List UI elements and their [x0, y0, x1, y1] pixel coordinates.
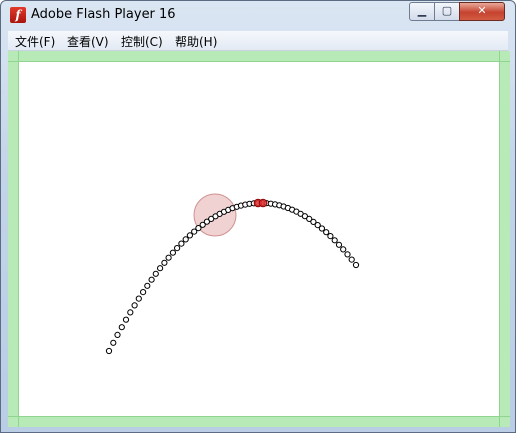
curve-point — [157, 265, 164, 272]
flash-stage[interactable] — [8, 51, 510, 427]
curve-point — [161, 259, 168, 266]
maximize-icon: ▢ — [441, 4, 453, 17]
curve-point — [174, 245, 181, 252]
curve-point — [131, 302, 138, 309]
curve-point — [178, 240, 185, 247]
curve-point — [152, 270, 159, 277]
flash-player-window: f Adobe Flash Player 16 ▁ ▢ ✕ 文件(F) 查看(V… — [0, 0, 516, 433]
window-title: Adobe Flash Player 16 — [31, 7, 176, 22]
minimize-icon: ▁ — [417, 4, 427, 17]
curve-point — [340, 246, 347, 253]
curve-point — [348, 256, 355, 263]
menu-help[interactable]: 帮助(H) — [175, 33, 217, 50]
maximize-button[interactable]: ▢ — [434, 2, 460, 21]
apex-marker[interactable] — [258, 198, 268, 208]
curve-point — [127, 309, 134, 316]
curve-point — [318, 225, 325, 232]
curve-point — [331, 237, 338, 244]
curve-point — [148, 276, 155, 283]
close-icon: ✕ — [477, 4, 487, 17]
curve-point — [165, 254, 172, 261]
curve-point — [114, 331, 121, 338]
curve-point — [105, 347, 113, 355]
curve-point — [135, 295, 142, 302]
curve-point — [118, 324, 125, 331]
menu-file[interactable]: 文件(F) — [15, 33, 55, 50]
minimize-button[interactable]: ▁ — [409, 2, 435, 21]
flash-player-icon: f — [10, 7, 26, 23]
curve-point — [144, 282, 151, 289]
curve-point — [140, 289, 147, 296]
curve-point — [182, 236, 189, 243]
curve-point — [122, 316, 130, 323]
curve-point — [344, 251, 351, 258]
curve-canvas[interactable] — [8, 51, 510, 427]
menu-bar: 文件(F) 查看(V) 控制(C) 帮助(H) — [8, 31, 508, 51]
curve-point — [352, 261, 360, 269]
close-button[interactable]: ✕ — [459, 2, 505, 21]
curve-point — [186, 232, 193, 239]
curve-point — [335, 241, 343, 248]
menu-view[interactable]: 查看(V) — [67, 33, 109, 50]
title-bar[interactable]: f Adobe Flash Player 16 ▁ ▢ ✕ — [1, 1, 515, 29]
curve-point — [110, 339, 117, 346]
menu-control[interactable]: 控制(C) — [121, 33, 163, 50]
curve-point — [323, 229, 330, 236]
curve-point — [169, 249, 176, 256]
curve-point — [327, 233, 334, 240]
